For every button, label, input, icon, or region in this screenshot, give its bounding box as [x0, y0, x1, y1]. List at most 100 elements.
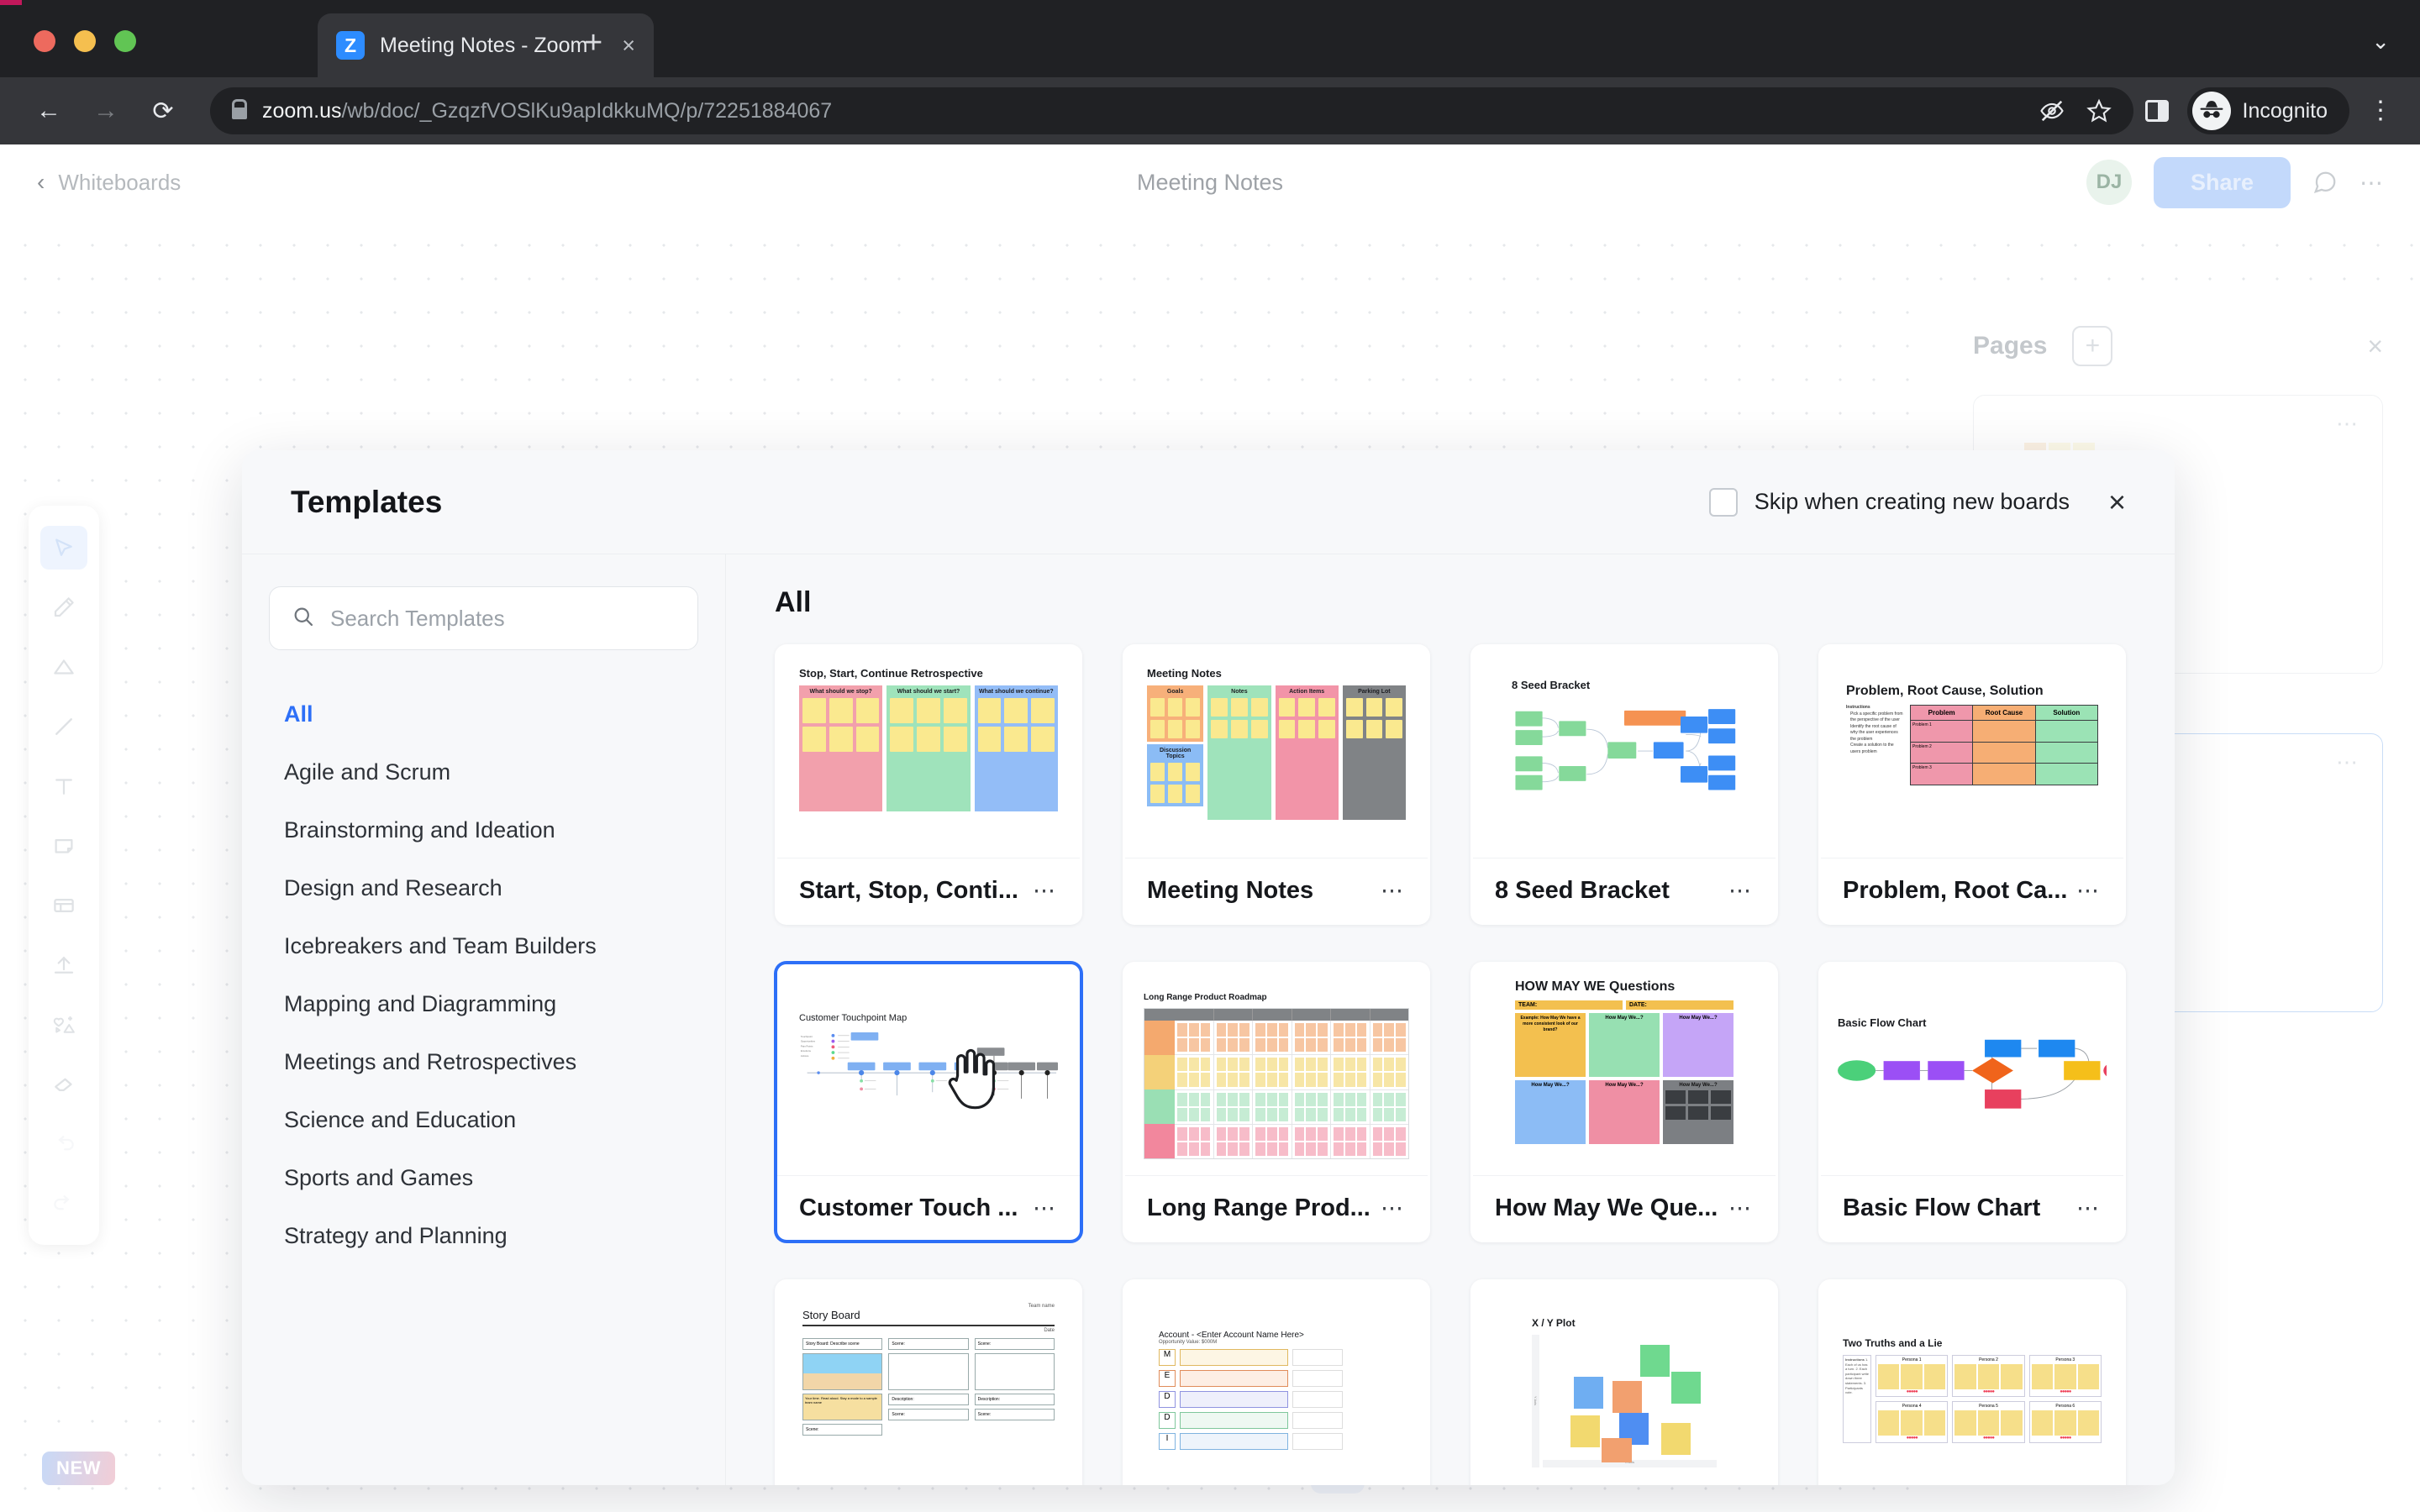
templates-modal-header: Templates Skip when creating new boards … [242, 450, 2175, 554]
lock-icon [232, 98, 247, 119]
thumb-title: Problem, Root Cause, Solution [1846, 684, 2044, 698]
side-panel-icon[interactable] [2144, 100, 2169, 122]
thumb-panel-header: Example: How May We have a more consiste… [1520, 1016, 1581, 1032]
window-traffic-lights [34, 30, 136, 52]
sidebar-item-sports-and-games[interactable]: Sports and Games [269, 1149, 698, 1207]
sidebar-item-agile-and-scrum[interactable]: Agile and Scrum [269, 743, 698, 801]
sidebar-item-icebreakers-and-team-builders[interactable]: Icebreakers and Team Builders [269, 917, 698, 975]
template-more-options-icon[interactable]: ⋯ [1033, 1195, 1058, 1221]
thumb-person-label: Persona 1 [1902, 1357, 1922, 1362]
thumb-table-cell: Problem 2 [1911, 743, 1973, 764]
bracket-diagram [1515, 709, 1736, 790]
url-path: /wb/doc/_GzqzfVOSlKu9apIdkkuMQ/p/7225188… [341, 98, 833, 123]
browser-tab[interactable]: Z Meeting Notes - Zoom × [318, 13, 654, 77]
template-card[interactable]: Team name Story Board Date Story Board: … [775, 1279, 1082, 1485]
thumb-person-label: Persona 5 [1979, 1404, 1998, 1409]
template-card[interactable]: 8 Seed Bracket 8 Seed Bracket ⋯ [1470, 644, 1778, 925]
incognito-label: Incognito [2242, 98, 2328, 123]
template-more-options-icon[interactable]: ⋯ [1033, 878, 1058, 904]
search-input[interactable] [330, 605, 676, 632]
template-thumbnail: Account - <Enter Account Name Here> Oppo… [1125, 1282, 1428, 1485]
template-card[interactable]: Problem, Root Cause, Solution Instructio… [1818, 644, 2126, 925]
incognito-profile-button[interactable]: Incognito [2186, 87, 2349, 134]
browser-menu-icon[interactable]: ⋮ [2368, 98, 2393, 123]
thumb-person-label: Persona 2 [1979, 1357, 1998, 1362]
template-name: Start, Stop, Conti... [799, 876, 1018, 904]
template-thumbnail: Long Range Product Roadmap [1125, 964, 1428, 1176]
reload-button[interactable]: ⟳ [141, 89, 185, 133]
template-more-options-icon[interactable]: ⋯ [2076, 878, 2102, 904]
template-thumbnail: 8 Seed Bracket [1473, 647, 1776, 858]
minimize-window-button[interactable] [74, 30, 96, 52]
sidebar-item-brainstorming-and-ideation[interactable]: Brainstorming and Ideation [269, 801, 698, 859]
template-name: Problem, Root Ca... [1843, 876, 2068, 904]
template-more-options-icon[interactable]: ⋯ [1381, 1195, 1406, 1221]
sidebar-item-meetings-and-retrospectives[interactable]: Meetings and Retrospectives [269, 1033, 698, 1091]
template-card[interactable]: Meeting Notes Goals Discussion Topics No… [1123, 644, 1430, 925]
forward-button[interactable]: → [84, 89, 128, 133]
thumb-title: Meeting Notes [1147, 667, 1222, 680]
template-card[interactable]: Two Truths and a Lie Instructions 1. Eac… [1818, 1279, 2126, 1485]
sidebar-item-all[interactable]: All [269, 685, 698, 743]
eye-off-icon[interactable] [2039, 98, 2065, 123]
thumb-label: Scene: [974, 1338, 1055, 1350]
thumb-title: HOW MAY WE Questions [1515, 979, 1676, 994]
template-more-options-icon[interactable]: ⋯ [1728, 878, 1754, 904]
maximize-window-button[interactable] [114, 30, 136, 52]
template-card[interactable]: Stop, Start, Continue Retrospective What… [775, 644, 1082, 925]
thumb-column-header: What should we continue? [978, 689, 1054, 695]
template-card[interactable]: Basic Flow Chart Basic Flow Chart ⋯ [1818, 962, 2126, 1242]
thumb-panel-header: How May We...? [1605, 1083, 1644, 1088]
template-card-selected[interactable]: Customer Touchpoint Map Touchpoint Opport… [775, 962, 1082, 1242]
thumb-instruction: Identify the root cause of why the user … [1850, 723, 1898, 742]
zoom-favicon-icon: Z [336, 31, 365, 60]
template-card[interactable]: Account - <Enter Account Name Here> Oppo… [1123, 1279, 1430, 1485]
sidebar-item-mapping-and-diagramming[interactable]: Mapping and Diagramming [269, 975, 698, 1033]
thumb-instruction: Create a solution to the users problem [1850, 743, 1894, 754]
tab-title: Meeting Notes - Zoom [380, 33, 588, 57]
svg-text:Pain Points: Pain Points [801, 1044, 813, 1047]
sidebar-item-science-and-education[interactable]: Science and Education [269, 1091, 698, 1149]
thumb-title: Basic Flow Chart [1838, 1016, 1927, 1029]
search-templates-box[interactable] [269, 586, 698, 650]
browser-toolbar: ← → ⟳ zoom.us/wb/doc/_GzqzfVOSlKu9apIdkk… [0, 77, 2420, 144]
close-icon[interactable]: × [622, 33, 635, 59]
tab-strip: Z Meeting Notes - Zoom × + ⌄ [0, 0, 2420, 77]
thumb-column-header: What should we start? [897, 689, 960, 695]
thumb-panel-header: How May We...? [1531, 1083, 1570, 1088]
sidebar-item-strategy-and-planning[interactable]: Strategy and Planning [269, 1207, 698, 1265]
thumb-table-header: Solution [2035, 706, 2097, 721]
template-name: 8 Seed Bracket [1495, 876, 1670, 904]
thumb-label: Scene: [974, 1409, 1055, 1420]
template-name: Meeting Notes [1147, 876, 1314, 904]
new-tab-button[interactable]: + [584, 27, 602, 59]
template-card[interactable]: Long Range Product Roadmap Long Range Pr… [1123, 962, 1430, 1242]
thumb-letter: M [1159, 1349, 1176, 1366]
template-more-options-icon[interactable]: ⋯ [1381, 878, 1406, 904]
template-card[interactable]: HOW MAY WE Questions TEAM: DATE: Example… [1470, 962, 1778, 1242]
bookmark-star-icon[interactable] [2086, 98, 2112, 123]
browser-window: Z Meeting Notes - Zoom × + ⌄ ← → ⟳ zoom.… [0, 0, 2420, 1512]
thumb-axis-label: Y Axis [1532, 1335, 1539, 1467]
thumb-title: 8 Seed Bracket [1512, 679, 1591, 691]
section-title: All [775, 586, 812, 618]
template-more-options-icon[interactable]: ⋯ [1728, 1195, 1754, 1221]
thumb-field-label: TEAM: [1515, 1000, 1623, 1010]
thumb-instruction: Pick a specific problem from the perspec… [1850, 711, 1903, 723]
template-card[interactable]: X / Y Plot Y Axis [1470, 1279, 1778, 1485]
thumb-label: Scene: [888, 1409, 969, 1420]
skip-checkbox-label: Skip when creating new boards [1754, 489, 2070, 514]
back-button[interactable]: ← [27, 89, 71, 133]
sidebar-item-design-and-research[interactable]: Design and Research [269, 859, 698, 917]
flowchart-diagram [1838, 1039, 2123, 1109]
close-window-button[interactable] [34, 30, 55, 52]
template-more-options-icon[interactable]: ⋯ [2076, 1195, 2102, 1221]
template-thumbnail: X / Y Plot Y Axis [1473, 1282, 1776, 1485]
thumb-column-header: Goals [1166, 689, 1184, 695]
chevron-down-icon[interactable]: ⌄ [2371, 29, 2390, 55]
thumb-subtitle: Opportunity Value: $000M [1159, 1340, 1218, 1345]
address-bar[interactable]: zoom.us/wb/doc/_GzqzfVOSlKu9apIdkkuMQ/p/… [210, 87, 2133, 134]
thumb-letter: E [1159, 1370, 1176, 1387]
close-modal-button[interactable]: × [2108, 486, 2126, 517]
skip-when-creating-checkbox[interactable]: Skip when creating new boards [1708, 487, 2070, 517]
